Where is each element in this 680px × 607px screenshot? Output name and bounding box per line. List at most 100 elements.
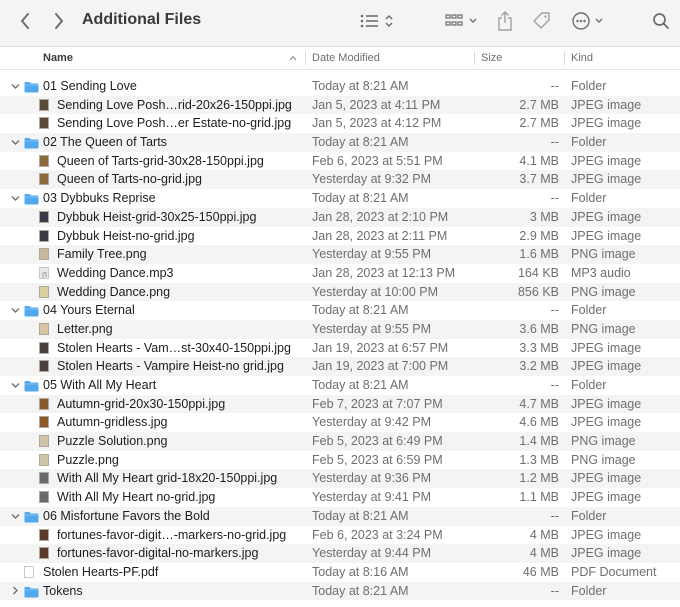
item-kind: JPEG image [571,172,642,187]
item-name: With All My Heart grid-18x20-150ppi.jpg [57,471,278,486]
column-divider[interactable] [564,51,565,65]
item-kind: JPEG image [571,490,642,505]
folder-row[interactable]: Tokens Today at 8:21 AM -- Folder [0,581,680,601]
item-name: 05 With All My Heart [43,378,157,392]
tag-icon [533,12,550,29]
file-row[interactable]: Dybbuk Heist-no-grid.jpg Jan 28, 2023 at … [0,227,680,246]
item-kind: JPEG image [571,471,642,486]
item-size: 4 MB [529,546,559,561]
grid-icon [445,14,477,26]
item-name: Queen of Tarts-grid-30x28-150ppi.jpg [57,153,264,168]
pdf-icon [24,565,34,578]
item-size: -- [550,191,559,206]
file-row[interactable]: fortunes-favor-digital-no-markers.jpg Yes… [0,544,680,563]
tags-button[interactable] [530,0,554,42]
item-kind: JPEG image [571,415,642,430]
item-date-modified: Jan 5, 2023 at 4:11 PM [312,97,441,112]
item-date-modified: Yesterday at 9:44 PM [312,546,432,561]
image-thumbnail-icon [39,341,49,354]
file-row[interactable]: Autumn-gridless.jpg Yesterday at 9:42 PM 4… [0,413,680,432]
column-kind[interactable]: Kind [571,47,593,69]
group-button[interactable] [444,0,480,42]
file-row[interactable]: Sending Love Posh…rid-20x26-150ppi.jpg Ja… [0,95,680,115]
file-row[interactable]: Stolen Hearts - Vam…st-30x40-150ppi.jpg J… [0,339,680,358]
folder-row[interactable]: 02 The Queen of Tarts Today at 8:21 AM -- F… [0,133,680,152]
image-thumbnail-icon [39,360,49,373]
share-button[interactable] [494,0,516,42]
folder-row[interactable]: 01 Sending Love Today at 8:21 AM -- Folder [0,77,680,96]
file-row[interactable]: Family Tree.png Yesterday at 9:55 PM 1.6 M… [0,245,680,264]
folder-row[interactable]: 06 Misfortune Favors the Bold Today at 8:… [0,506,680,526]
item-kind: Folder [571,135,607,150]
item-size: 164 KB [517,265,559,280]
disclosure-chevron-down-icon[interactable] [9,507,21,526]
item-kind: JPEG image [571,228,642,243]
item-date-modified: Yesterday at 9:41 PM [312,490,432,505]
file-row[interactable]: Puzzle Solution.png Feb 5, 2023 at 6:49 P… [0,432,680,451]
image-thumbnail-icon [39,210,49,223]
column-size[interactable]: Size [481,47,502,69]
file-row[interactable]: Dybbuk Heist-grid-30x25-150ppi.jpg Jan 28… [0,207,680,227]
column-name[interactable]: Name [43,47,73,69]
file-row[interactable]: Puzzle.png Feb 5, 2023 at 6:59 PM 1.3 MB PN… [0,451,680,470]
disclosure-chevron-down-icon[interactable] [9,133,21,152]
column-divider[interactable] [305,51,306,65]
item-name: Family Tree.png [57,247,147,262]
image-thumbnail-icon [39,154,49,167]
file-list: 01 Sending Love Today at 8:21 AM -- Folder S… [0,77,680,601]
item-date-modified: Jan 28, 2023 at 2:11 PM [312,228,448,243]
item-size: 3.3 MB [519,340,559,355]
folder-row[interactable]: 04 Yours Eternal Today at 8:21 AM -- Folder [0,301,680,320]
column-date-modified[interactable]: Date Modified [312,47,380,69]
column-header: Name Date Modified Size Kind [0,47,680,70]
file-row[interactable]: Stolen Hearts-PF.pdf Today at 8:16 AM 46 M… [0,563,680,582]
item-name: Puzzle Solution.png [57,434,168,449]
forward-button[interactable] [48,0,70,42]
image-thumbnail-icon [39,435,49,448]
item-name: Stolen Hearts - Vam…st-30x40-150ppi.jpg [57,340,291,355]
sort-chevron-up-icon [288,47,298,69]
item-size: 1.1 MB [519,490,559,505]
disclosure-chevron-down-icon[interactable] [9,77,21,96]
search-button[interactable] [650,0,672,42]
item-name: Letter.png [57,321,113,336]
item-size: 3.7 MB [519,172,559,187]
file-row[interactable]: Wedding Dance.png Yesterday at 10:00 PM 85… [0,282,680,302]
file-row[interactable]: Queen of Tarts-grid-30x28-150ppi.jpg Feb … [0,152,680,171]
file-row[interactable]: With All My Heart grid-18x20-150ppi.jpg Y… [0,469,680,489]
file-row[interactable]: Wedding Dance.mp3 Jan 28, 2023 at 12:13 P… [0,264,680,283]
file-row[interactable]: fortunes-favor-digit…-markers-no-grid.jp… [0,526,680,545]
folder-row[interactable]: 05 With All My Heart Today at 8:21 AM -- Fo… [0,376,680,395]
file-row[interactable]: Queen of Tarts-no-grid.jpg Yesterday at 9… [0,170,680,190]
file-row[interactable]: Sending Love Posh…er Estate-no-grid.jpg J… [0,114,680,133]
item-size: -- [550,303,559,318]
image-thumbnail-icon [39,173,49,186]
view-list-button[interactable] [358,0,398,42]
file-row[interactable]: Stolen Hearts - Vampire Heist-no grid.jp… [0,357,680,376]
column-divider[interactable] [474,51,475,65]
item-date-modified: Today at 8:21 AM [312,508,409,523]
file-row[interactable]: Letter.png Yesterday at 9:55 PM 3.6 MB PNG … [0,319,680,339]
item-kind: Folder [571,191,607,206]
item-date-modified: Jan 19, 2023 at 7:00 PM [312,359,449,374]
file-row[interactable]: With All My Heart no-grid.jpg Yesterday a… [0,488,680,507]
item-date-modified: Yesterday at 9:55 PM [312,247,432,262]
list-view-icon [360,14,393,28]
item-size: 856 KB [517,284,559,299]
folder-row[interactable]: 03 Dybbuks Reprise Today at 8:21 AM -- Fold… [0,189,680,208]
item-size: 2.7 MB [519,116,559,131]
disclosure-chevron-right-icon[interactable] [9,582,21,601]
back-button[interactable] [14,0,36,42]
disclosure-chevron-down-icon[interactable] [9,376,21,395]
action-menu-button[interactable] [570,0,608,42]
item-name: Wedding Dance.mp3 [57,265,174,280]
disclosure-chevron-down-icon[interactable] [9,189,21,208]
disclosure-chevron-down-icon[interactable] [9,301,21,320]
item-date-modified: Yesterday at 9:32 PM [312,172,432,187]
audio-file-icon [39,266,49,279]
file-row[interactable]: Autumn-grid-20x30-150ppi.jpg Feb 7, 2023 … [0,394,680,414]
item-kind: Folder [571,378,607,392]
chevron-right-icon [55,13,63,29]
item-name: Stolen Hearts-PF.pdf [43,564,159,579]
item-kind: PDF Document [571,564,657,579]
